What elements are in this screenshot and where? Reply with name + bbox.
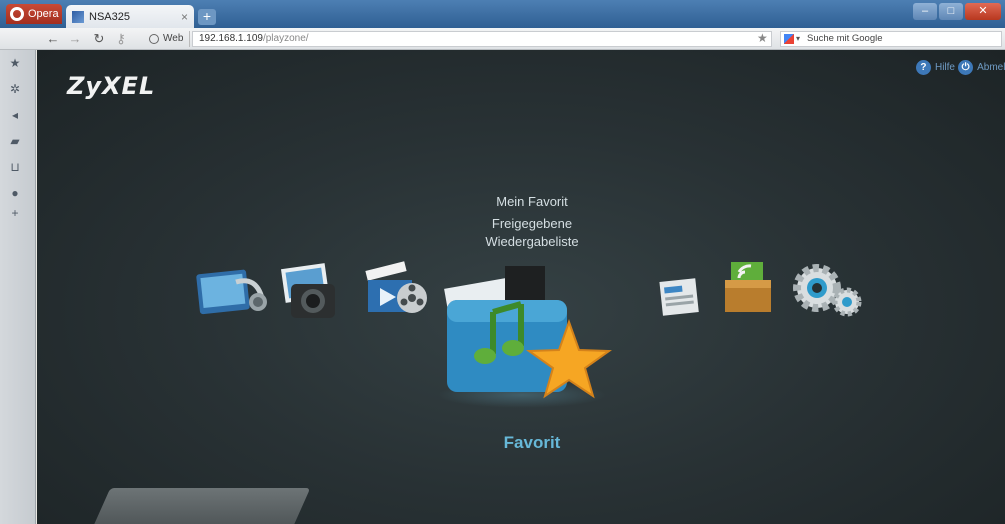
browser-window: Opera NSA325 × + – □ ✕ ← → ↻ ⚷ Web 192.1… — [0, 0, 1005, 524]
bookmark-star-icon[interactable]: ★ — [757, 31, 768, 45]
widgets-gear-icon[interactable]: ✲ — [8, 82, 22, 96]
photo-icon[interactable] — [277, 262, 342, 324]
search-engine-dropdown-icon[interactable]: ▾ — [796, 32, 800, 46]
side-panel: ★ ✲ ◂ ▰ ⊔ ● + — [0, 50, 36, 524]
submenu-shared-line2[interactable]: Wiedergabeliste — [457, 234, 607, 249]
rss-box-icon[interactable] — [721, 258, 777, 318]
reload-icon[interactable]: ↻ — [90, 30, 108, 48]
selected-item-caption: Favorit — [503, 433, 561, 452]
search-field[interactable]: ▾ Suche mit Google — [780, 31, 1002, 47]
web-badge-label: Web — [163, 33, 184, 44]
help-icon: ? — [915, 60, 931, 75]
opera-menu-button[interactable]: Opera — [6, 4, 62, 24]
calendar-icon[interactable] — [657, 274, 703, 318]
address-field[interactable]: 192.168.1.109/playzone/ — [192, 31, 772, 47]
zyxel-favicon-icon — [72, 10, 84, 23]
logout-icon: ⏻ — [958, 60, 974, 75]
logout-link[interactable]: ⏻ Abmeld — [958, 60, 1005, 75]
downloads-icon[interactable]: ⊔ — [8, 160, 22, 174]
close-window-icon[interactable]: ✕ — [965, 3, 1001, 20]
title-bar: Opera NSA325 × + – □ ✕ — [0, 0, 1005, 28]
url-host: 192.168.1.109 — [199, 33, 263, 44]
bookmarks-star-icon[interactable]: ★ — [8, 56, 22, 70]
site-info-badge[interactable]: Web — [143, 31, 191, 47]
history-icon[interactable]: ● — [8, 186, 22, 200]
opera-menu-label: Opera — [28, 8, 59, 20]
add-panel-icon[interactable]: + — [8, 206, 22, 220]
submenu-my-favorite[interactable]: Mein Favorit — [457, 194, 607, 209]
help-label: Hilfe — [934, 62, 955, 73]
opera-logo-icon — [10, 7, 24, 21]
search-placeholder: Suche mit Google — [807, 33, 883, 44]
settings-gears-icon[interactable] — [793, 264, 867, 320]
forward-arrow-icon[interactable]: → — [66, 30, 84, 48]
zyxel-logo: ZyXEL — [67, 72, 156, 100]
tab-close-icon[interactable]: × — [181, 10, 188, 24]
unite-icon[interactable]: ◂ — [8, 108, 22, 122]
favorite-folder-icon[interactable] — [441, 264, 621, 410]
submenu-shared-line1[interactable]: Freigegebene — [457, 216, 607, 231]
url-path: /playzone/ — [262, 33, 309, 44]
logout-label: Abmeld — [977, 62, 1005, 73]
tab-nsa325[interactable]: NSA325 × — [66, 5, 194, 28]
help-link[interactable]: ? Hilfe — [915, 60, 955, 75]
back-arrow-icon[interactable]: ← — [44, 30, 62, 48]
nas-device-image — [83, 488, 311, 524]
music-icon[interactable] — [192, 268, 272, 318]
globe-icon — [149, 34, 159, 44]
new-tab-button[interactable]: + — [198, 9, 216, 25]
google-logo-icon — [784, 34, 794, 44]
tab-title: NSA325 — [89, 10, 130, 23]
navigation-bar: ← → ↻ ⚷ Web 192.168.1.109/playzone/ ★ ▾ … — [0, 28, 1005, 50]
notes-icon[interactable]: ▰ — [8, 134, 22, 148]
maximize-icon[interactable]: □ — [939, 3, 963, 20]
key-icon[interactable]: ⚷ — [112, 30, 130, 48]
window-controls: – □ ✕ — [913, 3, 1001, 20]
nas-playzone: ZyXEL ? Hilfe ⏻ Abmeld Mein Favorit Frei… — [37, 50, 1005, 524]
video-icon[interactable] — [362, 260, 432, 318]
minimize-icon[interactable]: – — [913, 3, 937, 20]
